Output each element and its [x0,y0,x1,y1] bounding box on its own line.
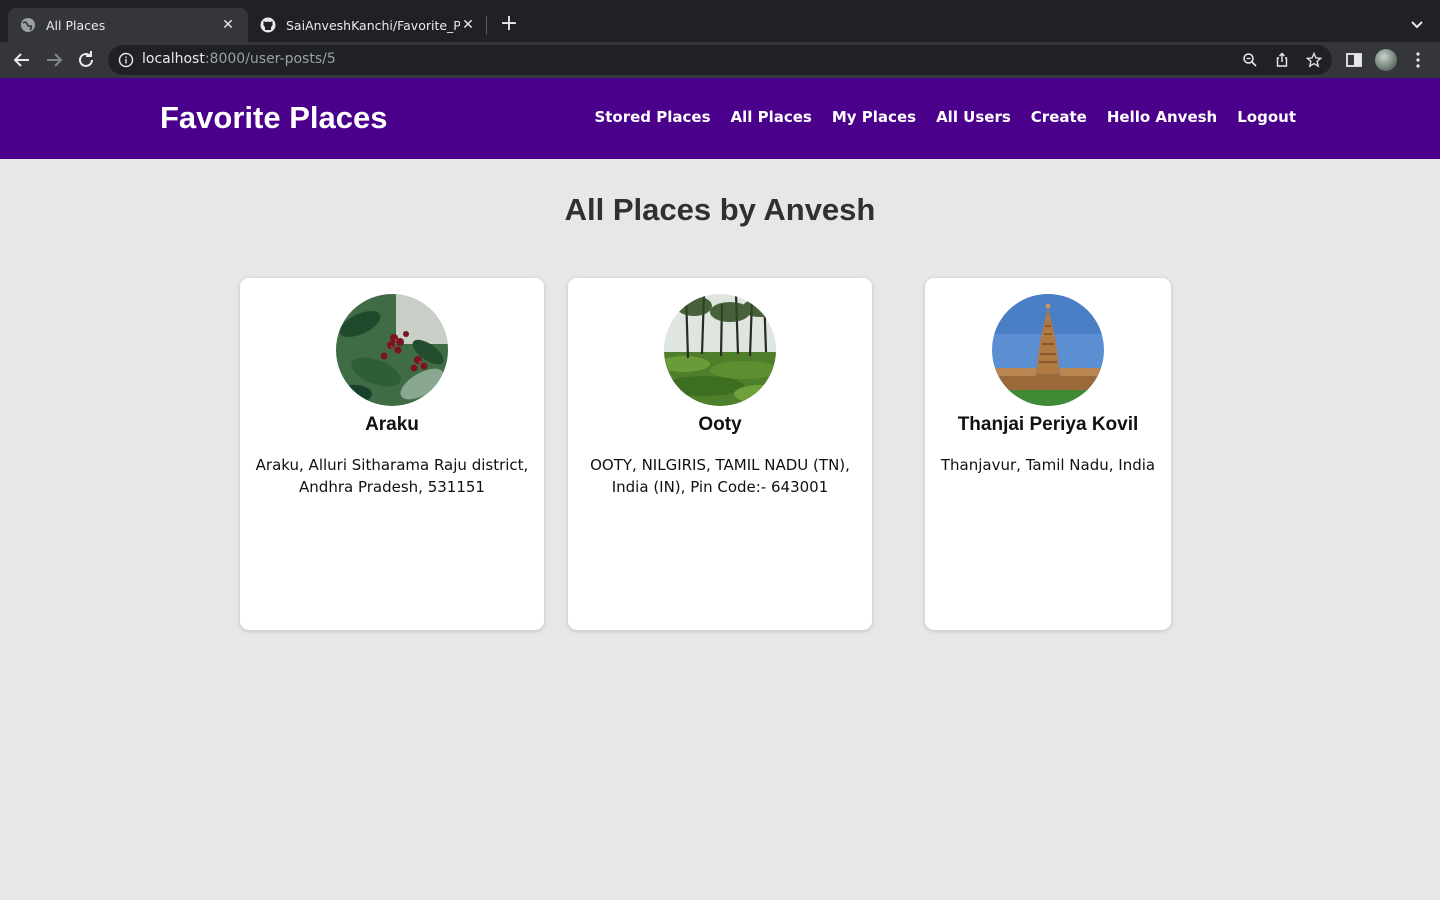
browser-toolbar: localhost:8000/user-posts/5 [0,42,1440,78]
github-icon [260,17,276,33]
nav-all-places[interactable]: All Places [731,108,812,126]
place-name[interactable]: Thanjai Periya Kovil [925,414,1171,436]
back-arrow-icon[interactable] [10,48,34,72]
address-bar[interactable]: localhost:8000/user-posts/5 [108,45,1332,75]
share-icon[interactable] [1274,52,1290,68]
tab-title: All Places [46,17,106,33]
nav-create[interactable]: Create [1031,108,1087,126]
brand-logo[interactable]: Favorite Places [160,100,387,136]
place-card[interactable]: Thanjai Periya Kovil Thanjavur, Tamil Na… [925,278,1171,630]
profile-avatar[interactable] [1375,49,1397,71]
zoom-icon[interactable] [1242,52,1258,68]
reload-icon[interactable] [74,48,98,72]
browser-tab-active[interactable]: All Places ✕ [8,8,248,42]
side-panel-icon[interactable] [1344,50,1364,70]
nav-hello-user[interactable]: Hello Anvesh [1107,108,1217,126]
place-address: Thanjavur, Tamil Nadu, India [940,456,1156,474]
place-address: OOTY, NILGIRIS, TAMIL NADU (TN), India (… [590,456,850,496]
place-address: Araku, Alluri Sitharama Raju district, A… [255,456,529,496]
new-tab-icon[interactable]: + [498,13,520,36]
tab-close-icon[interactable]: ✕ [460,17,476,33]
nav-stored-places[interactable]: Stored Places [594,108,710,126]
tab-title: SaiAnveshKanchi/Favorite_Plac [286,17,460,33]
globe-icon [21,18,35,32]
site-header: Favorite Places Stored Places All Places… [0,78,1440,159]
info-icon[interactable] [118,52,134,68]
bookmark-star-icon[interactable] [1306,52,1322,68]
tab-divider [486,16,487,34]
temple-photo [992,294,1104,406]
place-card[interactable]: Araku Araku, Alluri Sitharama Raju distr… [240,278,544,630]
main-nav: Stored Places All Places My Places All U… [594,108,1296,126]
tab-close-icon[interactable]: ✕ [220,17,236,33]
browser-tab-github[interactable]: SaiAnveshKanchi/Favorite_Plac ✕ [248,8,488,42]
chevron-down-icon[interactable] [1406,14,1428,36]
place-image[interactable] [336,294,448,406]
forward-arrow-icon[interactable] [42,48,66,72]
place-image[interactable] [664,294,776,406]
nav-my-places[interactable]: My Places [832,108,916,126]
place-image[interactable] [992,294,1104,406]
nav-logout[interactable]: Logout [1237,108,1296,126]
coffee-plant-photo [336,294,448,406]
kebab-menu-icon[interactable] [1408,50,1428,70]
page-title: All Places by Anvesh [564,192,876,227]
place-card[interactable]: Ooty OOTY, NILGIRIS, TAMIL NADU (TN), In… [568,278,872,630]
nav-all-users[interactable]: All Users [936,108,1011,126]
place-name[interactable]: Ooty [568,414,872,436]
address-bar-url: localhost:8000/user-posts/5 [142,51,336,67]
browser-tabstrip: All Places ✕ SaiAnveshKanchi/Favorite_Pl… [0,0,1440,42]
place-name[interactable]: Araku [240,414,544,436]
tea-garden-photo [664,294,776,406]
